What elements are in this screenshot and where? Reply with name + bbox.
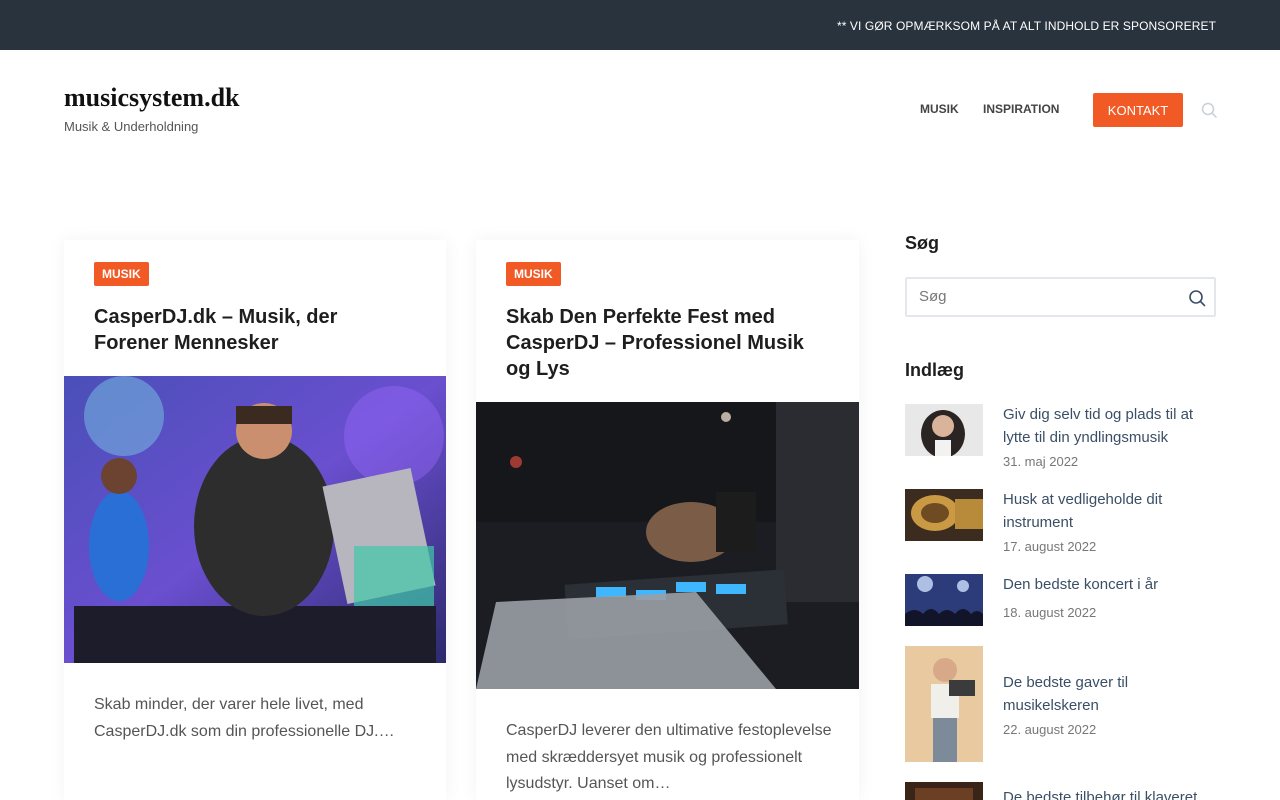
site-title[interactable]: musicsystem.dk	[64, 83, 240, 113]
article-image[interactable]	[476, 402, 859, 689]
category-badge[interactable]: MUSIK	[94, 262, 149, 286]
article-card: MUSIK CasperDJ.dk – Musik, der Forener M…	[64, 240, 446, 800]
post-date: 22. august 2022	[1003, 722, 1097, 737]
post-thumbnail[interactable]	[905, 489, 983, 541]
post-date: 18. august 2022	[1003, 605, 1097, 620]
sidebar-post[interactable]: De bedste tilbehør til klaveret	[905, 782, 1216, 800]
posts-widget-heading: Indlæg	[905, 360, 964, 380]
post-title[interactable]: De bedste tilbehør til klaveret	[1003, 787, 1216, 800]
search-input[interactable]	[919, 288, 1169, 305]
article-title[interactable]: Skab Den Perfekte Fest med CasperDJ – Pr…	[506, 304, 826, 382]
article-card: MUSIK Skab Den Perfekte Fest med CasperD…	[476, 240, 859, 800]
nav-item-musik[interactable]: MUSIK	[920, 102, 959, 116]
search-icon[interactable]	[1201, 102, 1217, 118]
sidebar-post[interactable]: Den bedste koncert i år 18. august 2022	[905, 574, 1216, 634]
post-title[interactable]: Husk at vedligeholde dit instrument	[1003, 489, 1216, 534]
site-tagline: Musik & Underholdning	[64, 119, 199, 134]
article-excerpt: Skab minder, der varer hele livet, med C…	[94, 696, 395, 740]
post-thumbnail[interactable]	[905, 404, 983, 456]
article-image[interactable]	[64, 376, 446, 663]
sidebar-post[interactable]: Husk at vedligeholde dit instrument 17. …	[905, 489, 1216, 569]
nav-item-inspiration[interactable]: INSPIRATION	[983, 102, 1059, 116]
post-thumbnail[interactable]	[905, 574, 983, 626]
article-excerpt: CasperDJ leverer den ultimative festople…	[506, 722, 832, 792]
post-date: 17. august 2022	[1003, 539, 1097, 554]
post-title[interactable]: Giv dig selv tid og plads til at lytte t…	[1003, 404, 1216, 449]
announcement-bar: ** VI GØR OPMÆRKSOM PÅ AT ALT INDHOLD ER…	[0, 0, 1280, 50]
post-date: 31. maj 2022	[1003, 454, 1079, 469]
post-title[interactable]: De bedste gaver til musikelskeren	[1003, 672, 1216, 717]
sidebar-post[interactable]: De bedste gaver til musikelskeren 22. au…	[905, 646, 1216, 762]
post-thumbnail[interactable]	[905, 646, 983, 762]
search-field[interactable]	[905, 277, 1216, 317]
post-title[interactable]: Den bedste koncert i år	[1003, 574, 1216, 597]
search-icon[interactable]	[1188, 289, 1206, 307]
post-thumbnail[interactable]	[905, 782, 983, 800]
announcement-text: ** VI GØR OPMÆRKSOM PÅ AT ALT INDHOLD ER…	[836, 19, 1216, 33]
category-badge[interactable]: MUSIK	[506, 262, 561, 286]
sidebar-post[interactable]: Giv dig selv tid og plads til at lytte t…	[905, 404, 1216, 484]
article-title[interactable]: CasperDJ.dk – Musik, der Forener Mennesk…	[94, 304, 414, 356]
kontakt-button[interactable]: KONTAKT	[1093, 93, 1183, 127]
search-widget-heading: Søg	[905, 233, 939, 253]
